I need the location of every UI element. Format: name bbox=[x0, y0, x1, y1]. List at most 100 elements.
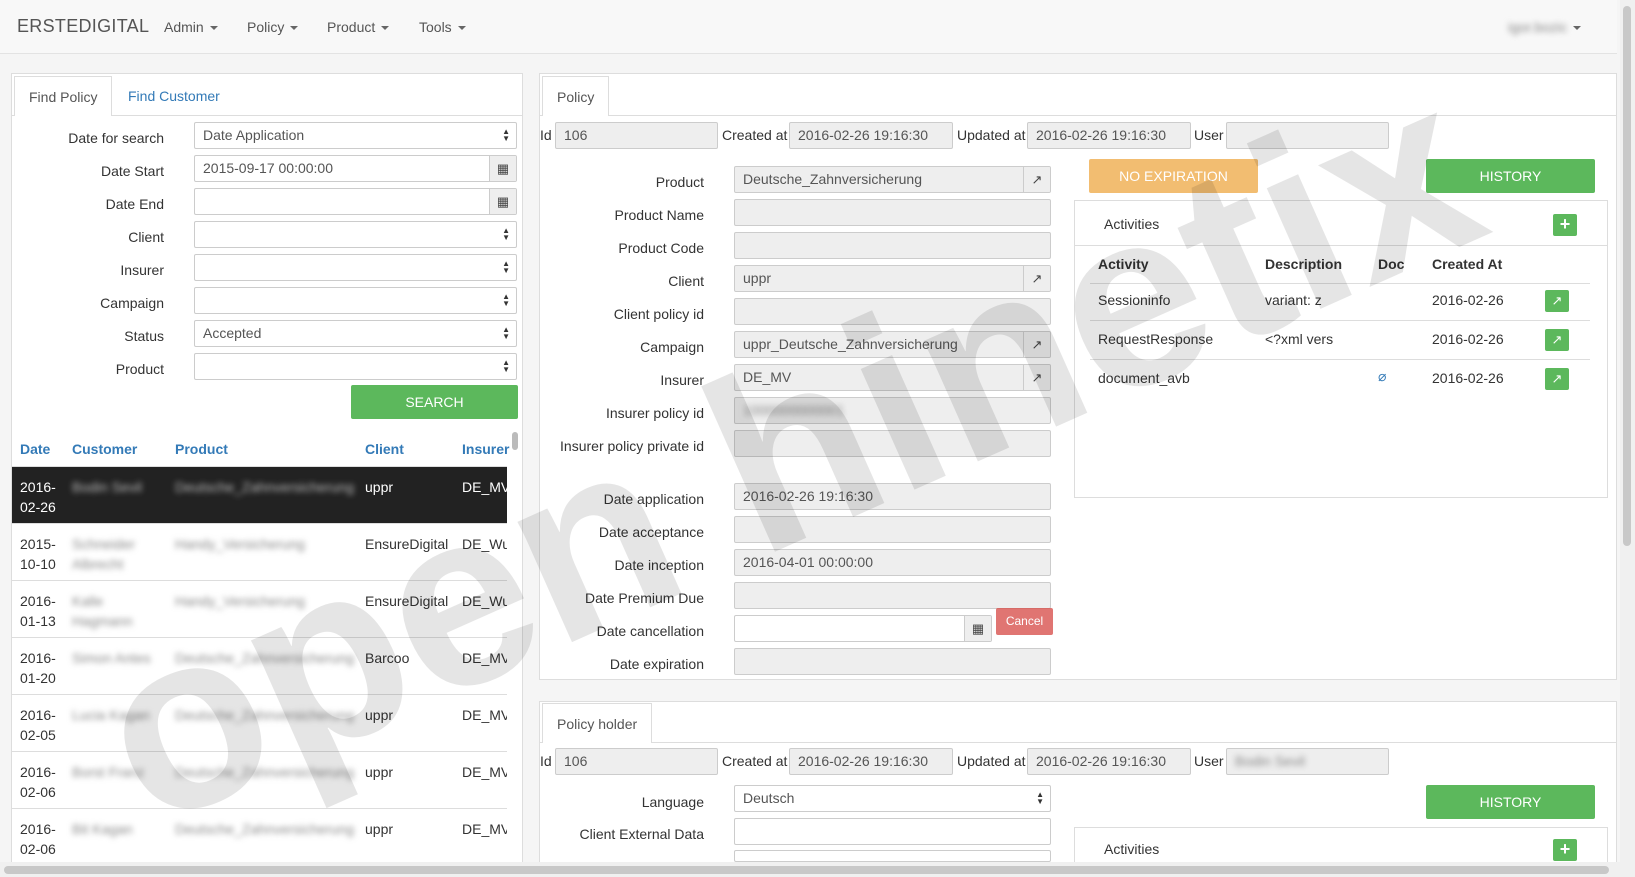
client-field[interactable]: uppr ↗ bbox=[734, 265, 1051, 292]
holder-user-field[interactable]: Bodin Sevil bbox=[1226, 748, 1389, 775]
date-for-search-select[interactable]: Date Application ▲ ▼ bbox=[194, 122, 517, 149]
date-inception-value: 2016-04-01 00:00:00 bbox=[743, 554, 873, 570]
date-acceptance-field[interactable] bbox=[734, 516, 1051, 543]
row-date-line1: 2016- bbox=[20, 650, 56, 666]
tab-find-policy[interactable]: Find Policy bbox=[14, 76, 113, 116]
product-select[interactable]: ▲ ▼ bbox=[194, 353, 517, 380]
paperclip-icon[interactable]: ⌀ bbox=[1378, 368, 1386, 385]
row-client: EnsureDigital bbox=[365, 593, 449, 609]
edit-activity-button[interactable]: ↗ bbox=[1545, 290, 1569, 312]
row-date: 2015- 10-10 bbox=[20, 534, 56, 574]
label-date-end: Date End bbox=[105, 196, 164, 212]
menu-product[interactable]: Product bbox=[327, 19, 390, 35]
search-button[interactable]: SEARCH bbox=[351, 385, 518, 419]
user-menu[interactable]: igor.bozic bbox=[1508, 19, 1582, 35]
row-product: Deutsche_Zahnversicherung bbox=[175, 650, 354, 666]
tab-policy[interactable]: Policy bbox=[542, 76, 610, 116]
external-link-icon[interactable]: ↗ bbox=[1023, 266, 1050, 291]
caret-down-icon bbox=[1573, 26, 1582, 31]
horizontal-scrollbar[interactable] bbox=[0, 862, 1620, 877]
table-row[interactable]: 2016- 01-20 Simon Antes Deutsche_Zahnversic… bbox=[12, 637, 507, 694]
col-client[interactable]: Client bbox=[365, 441, 404, 457]
holder-activities-title: Activities bbox=[1104, 841, 1160, 857]
date-inception-field[interactable]: 2016-04-01 00:00:00 bbox=[734, 549, 1051, 576]
external-link-icon[interactable]: ↗ bbox=[1023, 365, 1050, 390]
client-external-data-input[interactable] bbox=[734, 818, 1051, 845]
policy-updated-field[interactable]: 2016-02-26 19:16:30 bbox=[1027, 122, 1191, 149]
col-date[interactable]: Date bbox=[20, 441, 50, 457]
menu-admin[interactable]: Admin bbox=[164, 19, 218, 35]
act-col-created-at: Created At bbox=[1432, 256, 1503, 272]
row-customer: Schneider Albrecht bbox=[72, 536, 136, 572]
external-link-icon[interactable]: ↗ bbox=[1023, 167, 1050, 192]
cancel-button[interactable]: Cancel bbox=[996, 608, 1053, 635]
insurer-select[interactable]: ▲ ▼ bbox=[194, 254, 517, 281]
date-application-field[interactable]: 2016-02-26 19:16:30 bbox=[734, 483, 1051, 510]
col-product[interactable]: Product bbox=[175, 441, 228, 457]
select-arrows-icon: ▲ ▼ bbox=[502, 292, 510, 308]
calendar-icon[interactable]: ▦ bbox=[964, 616, 991, 641]
act-description: variant: z bbox=[1265, 292, 1322, 308]
row-product: Deutsche_Zahnversicherung bbox=[175, 821, 354, 837]
status-select[interactable]: Accepted ▲ ▼ bbox=[194, 320, 517, 347]
external-link-icon[interactable]: ↗ bbox=[1023, 332, 1050, 357]
table-row[interactable]: 2016- 02-05 Lucia Kagan Deutsche_Zahnversic… bbox=[12, 694, 507, 751]
table-row[interactable]: 2016- 01-13 Kalle Hagmann Handy_Versicherun… bbox=[12, 580, 507, 637]
campaign-select[interactable]: ▲ ▼ bbox=[194, 287, 517, 314]
policy-history-button[interactable]: HISTORY bbox=[1426, 159, 1595, 193]
product-name-field[interactable] bbox=[734, 199, 1051, 226]
table-row[interactable]: 2016- 02-26 Bodin Sevil Deutsche_Zahnversic… bbox=[12, 466, 507, 523]
brand-logo[interactable]: ERSTEDIGITAL bbox=[17, 16, 149, 37]
holder-next-field[interactable] bbox=[734, 850, 1051, 862]
date-start-input[interactable]: 2015-09-17 00:00:00 ▦ bbox=[194, 155, 517, 182]
holder-history-button[interactable]: HISTORY bbox=[1426, 785, 1595, 819]
row-date: 2016- 02-06 bbox=[20, 762, 56, 802]
calendar-icon[interactable]: ▦ bbox=[489, 156, 516, 181]
product-field[interactable]: Deutsche_Zahnversicherung ↗ bbox=[734, 166, 1051, 193]
vertical-scrollbar[interactable] bbox=[1620, 0, 1635, 877]
date-expiration-field[interactable] bbox=[734, 648, 1051, 675]
row-client: uppr bbox=[365, 764, 394, 780]
campaign-field[interactable]: uppr_Deutsche_Zahnversicherung ↗ bbox=[734, 331, 1051, 358]
holder-id-field[interactable]: 106 bbox=[555, 748, 718, 775]
no-expiration-button[interactable]: NO EXPIRATION bbox=[1089, 159, 1258, 193]
date-end-input[interactable]: ▦ bbox=[194, 188, 517, 215]
tab-policy-holder[interactable]: Policy holder bbox=[542, 703, 653, 743]
add-activity-button[interactable]: + bbox=[1553, 214, 1577, 236]
date-premium-due-field[interactable] bbox=[734, 582, 1051, 609]
menu-tools[interactable]: Tools bbox=[419, 19, 466, 35]
col-insurer[interactable]: Insurer bbox=[462, 441, 509, 457]
table-row[interactable]: 2016- 02-06 Bit Kagan Deutsche_Zahnversiche… bbox=[12, 808, 507, 865]
row-insurer: DE_Wue bbox=[462, 536, 507, 552]
insurer-policy-id-field[interactable]: 1000000000001 bbox=[734, 397, 1051, 424]
caret-down-icon bbox=[381, 26, 390, 31]
col-customer[interactable]: Customer bbox=[72, 441, 137, 457]
insurer-field[interactable]: DE_MV ↗ bbox=[734, 364, 1051, 391]
menu-policy[interactable]: Policy bbox=[247, 19, 299, 35]
holder-created-field[interactable]: 2016-02-26 19:16:30 bbox=[789, 748, 953, 775]
product-code-field[interactable] bbox=[734, 232, 1051, 259]
edit-activity-button[interactable]: ↗ bbox=[1545, 368, 1569, 390]
language-select[interactable]: Deutsch ▲ ▼ bbox=[734, 785, 1051, 812]
act-col-doc: Doc bbox=[1378, 256, 1405, 272]
client-policy-id-field[interactable] bbox=[734, 298, 1051, 325]
activities-title: Activities bbox=[1104, 216, 1160, 232]
add-holder-activity-button[interactable]: + bbox=[1553, 839, 1577, 861]
holder-updated-field[interactable]: 2016-02-26 19:16:30 bbox=[1027, 748, 1191, 775]
client-select[interactable]: ▲ ▼ bbox=[194, 221, 517, 248]
policy-id-field[interactable]: 106 bbox=[555, 122, 718, 149]
date-cancellation-field[interactable]: ▦ bbox=[734, 615, 992, 642]
horizontal-scroll-thumb[interactable] bbox=[4, 866, 1609, 874]
table-row[interactable]: 2015- 10-10 Schneider Albrecht Handy_Versic… bbox=[12, 523, 507, 580]
campaign-value: uppr_Deutsche_Zahnversicherung bbox=[743, 336, 958, 352]
table-scrollbar[interactable] bbox=[512, 432, 518, 450]
table-row[interactable]: 2016- 02-06 Borst Franz Deutsche_Zahnversic… bbox=[12, 751, 507, 808]
insurer-policy-private-id-field[interactable] bbox=[734, 430, 1051, 457]
tab-find-customer[interactable]: Find Customer bbox=[114, 76, 234, 116]
vertical-scroll-thumb[interactable] bbox=[1623, 6, 1631, 546]
policy-user-field[interactable] bbox=[1226, 122, 1389, 149]
edit-activity-button[interactable]: ↗ bbox=[1545, 329, 1569, 351]
row-insurer: DE_MV bbox=[462, 764, 507, 780]
policy-created-field[interactable]: 2016-02-26 19:16:30 bbox=[789, 122, 953, 149]
calendar-icon[interactable]: ▦ bbox=[489, 189, 516, 214]
